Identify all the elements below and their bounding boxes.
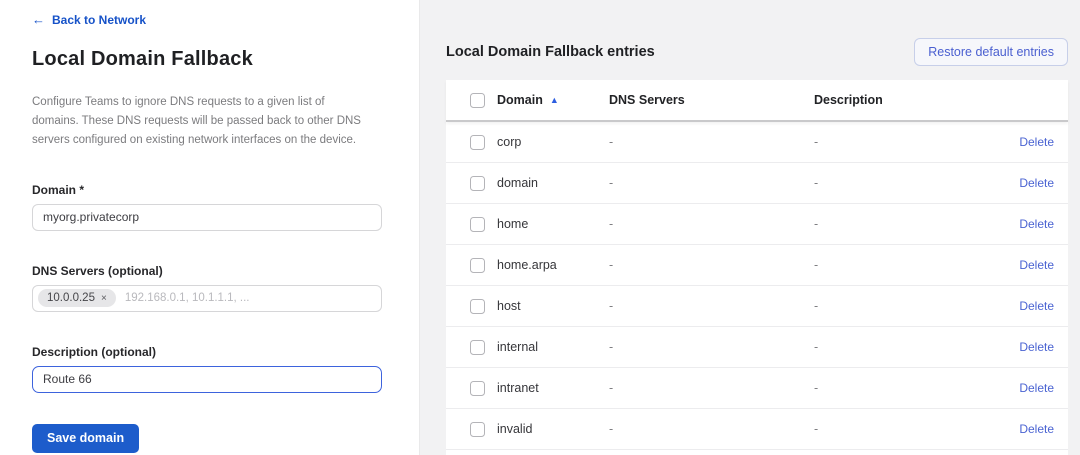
dns-servers-placeholder: 192.168.0.1, 10.1.1.1, ... <box>125 292 250 304</box>
row-dns-servers-cell: - <box>609 217 814 231</box>
row-checkbox[interactable] <box>470 340 485 355</box>
fallback-form-panel: ← Back to Network Local Domain Fallback … <box>0 0 419 455</box>
back-arrow-icon: ← <box>32 12 45 27</box>
table-row: host - - Delete <box>446 286 1068 327</box>
table-row: internal - - Delete <box>446 327 1068 368</box>
row-description-cell: - <box>814 422 984 436</box>
entries-title: Local Domain Fallback entries <box>446 44 655 60</box>
row-checkbox[interactable] <box>470 258 485 273</box>
table-row: invalid - - Delete <box>446 409 1068 450</box>
sort-ascending-icon: ▲ <box>550 95 559 105</box>
row-checkbox[interactable] <box>470 176 485 191</box>
save-domain-button[interactable]: Save domain <box>32 424 139 453</box>
row-checkbox[interactable] <box>470 422 485 437</box>
row-description-cell: - <box>814 299 984 313</box>
select-all-checkbox[interactable] <box>470 93 485 108</box>
table-row: home - - Delete <box>446 204 1068 245</box>
row-dns-servers-cell: - <box>609 381 814 395</box>
row-checkbox[interactable] <box>470 135 485 150</box>
row-delete-link[interactable]: Delete <box>984 135 1054 149</box>
entries-panel-header: Local Domain Fallback entries Restore de… <box>446 38 1068 66</box>
column-header-dns-servers[interactable]: DNS Servers <box>609 93 814 107</box>
dns-server-chip: 10.0.0.25 × <box>38 289 116 307</box>
back-link-label: Back to Network <box>52 13 146 27</box>
back-to-network-link[interactable]: ← Back to Network <box>32 12 146 27</box>
entries-panel: Local Domain Fallback entries Restore de… <box>419 0 1080 455</box>
table-header-row: Domain ▲ DNS Servers Description <box>446 80 1068 122</box>
row-domain-cell: home.arpa <box>497 258 609 272</box>
row-delete-link[interactable]: Delete <box>984 340 1054 354</box>
table-row: corp - - Delete <box>446 122 1068 163</box>
row-description-cell: - <box>814 258 984 272</box>
row-dns-servers-cell: - <box>609 299 814 313</box>
row-dns-servers-cell: - <box>609 176 814 190</box>
row-dns-servers-cell: - <box>609 258 814 272</box>
column-header-domain[interactable]: Domain ▲ <box>497 93 609 107</box>
row-checkbox[interactable] <box>470 217 485 232</box>
restore-default-entries-button[interactable]: Restore default entries <box>914 38 1068 66</box>
domain-field-label: Domain * <box>32 183 382 197</box>
row-domain-cell: invalid <box>497 422 609 436</box>
row-domain-cell: internal <box>497 340 609 354</box>
row-dns-servers-cell: - <box>609 422 814 436</box>
table-row: domain - - Delete <box>446 163 1068 204</box>
row-dns-servers-cell: - <box>609 340 814 354</box>
row-delete-link[interactable]: Delete <box>984 422 1054 436</box>
row-checkbox[interactable] <box>470 299 485 314</box>
column-header-domain-label: Domain <box>497 93 543 107</box>
row-domain-cell: intranet <box>497 381 609 395</box>
row-delete-link[interactable]: Delete <box>984 217 1054 231</box>
remove-chip-icon[interactable]: × <box>101 293 107 304</box>
table-row: home.arpa - - Delete <box>446 245 1068 286</box>
table-body: corp - - Delete domain - - Delete home -… <box>446 122 1068 450</box>
dns-servers-field-label: DNS Servers (optional) <box>32 264 382 278</box>
row-domain-cell: home <box>497 217 609 231</box>
row-dns-servers-cell: - <box>609 135 814 149</box>
row-domain-cell: host <box>497 299 609 313</box>
column-header-description[interactable]: Description <box>814 93 984 107</box>
row-delete-link[interactable]: Delete <box>984 176 1054 190</box>
row-delete-link[interactable]: Delete <box>984 299 1054 313</box>
description-input[interactable] <box>32 366 382 393</box>
table-row: intranet - - Delete <box>446 368 1068 409</box>
row-description-cell: - <box>814 176 984 190</box>
row-delete-link[interactable]: Delete <box>984 381 1054 395</box>
dns-servers-input[interactable]: 10.0.0.25 × 192.168.0.1, 10.1.1.1, ... <box>32 285 382 312</box>
row-domain-cell: corp <box>497 135 609 149</box>
row-description-cell: - <box>814 381 984 395</box>
row-delete-link[interactable]: Delete <box>984 258 1054 272</box>
row-description-cell: - <box>814 135 984 149</box>
description-field-label: Description (optional) <box>32 345 382 359</box>
row-description-cell: - <box>814 217 984 231</box>
row-checkbox[interactable] <box>470 381 485 396</box>
page-description: Configure Teams to ignore DNS requests t… <box>32 93 366 150</box>
row-description-cell: - <box>814 340 984 354</box>
row-domain-cell: domain <box>497 176 609 190</box>
dns-server-chip-value: 10.0.0.25 <box>47 292 95 304</box>
domain-input[interactable] <box>32 204 382 231</box>
entries-table: Domain ▲ DNS Servers Description corp - … <box>446 80 1068 455</box>
page-title: Local Domain Fallback <box>32 48 382 71</box>
